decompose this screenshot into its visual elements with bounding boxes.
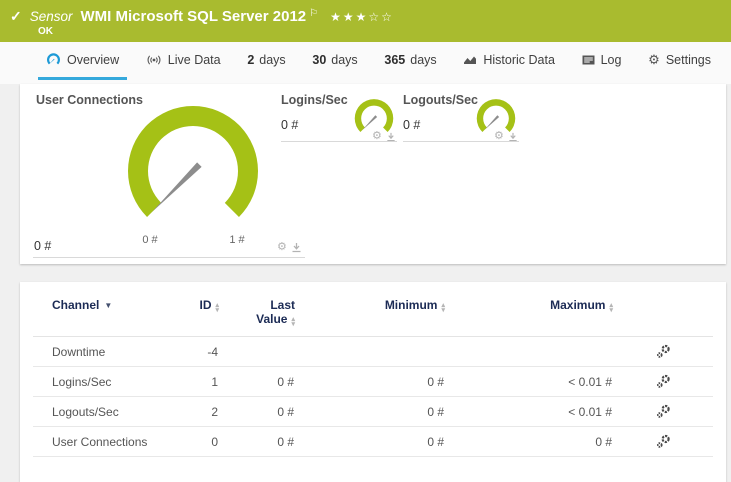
tab-live-data[interactable]: Live Data xyxy=(138,42,229,80)
channel-id: 2 xyxy=(173,396,219,427)
tab-bar: Overview Live Data 2 days 30 days 365 da… xyxy=(0,42,731,84)
object-type-label: Sensor xyxy=(29,9,73,24)
column-header-minimum[interactable]: Minimum ▴ ▾ xyxy=(295,282,445,337)
sensor-title-line: ✓ Sensor WMI Microsoft SQL Server 2012 ⚐… xyxy=(10,8,394,25)
sort-icon: ▴ ▾ xyxy=(215,302,219,314)
table-header-row: Channel ▼ ID ▴ ▾ Last Value ▴ ▾ Minimum ▴ ▾ Max… xyxy=(33,282,713,337)
gauge-needle xyxy=(362,115,378,131)
primary-gauge-actions: ⚙ xyxy=(277,242,302,253)
channel-id: 1 xyxy=(173,366,219,397)
status-badge: OK xyxy=(38,26,53,37)
tab-historic-data[interactable]: Historic Data xyxy=(455,42,563,80)
table-row: Downtime -4 xyxy=(33,336,713,367)
sensor-title: WMI Microsoft SQL Server 2012 xyxy=(80,8,307,25)
column-header-last-value[interactable]: Last Value ▴ ▾ xyxy=(219,282,295,337)
divider xyxy=(33,257,305,258)
sort-icon: ▴ ▾ xyxy=(609,302,613,314)
priority-stars[interactable]: ★★★☆☆ xyxy=(330,10,394,24)
channels-table: Channel ▼ ID ▴ ▾ Last Value ▴ ▾ Minimum ▴ ▾ Max… xyxy=(33,282,713,457)
gauge-scale-max: 1 # xyxy=(229,234,245,246)
channel-minimum xyxy=(295,336,445,367)
tab-365-days[interactable]: 365 days xyxy=(376,42,444,80)
logouts-gauge-value: 0 # xyxy=(403,118,421,132)
channel-maximum: < 0.01 # xyxy=(445,396,613,427)
gauges-panel: User Connections 0 # 1 # 0 # ⚙ Logins/Se… xyxy=(20,84,726,264)
channel-id: -4 xyxy=(173,336,219,367)
table-row: Logouts/Sec 2 0 # 0 # < 0.01 # xyxy=(33,396,713,427)
live-signal-icon xyxy=(146,54,162,66)
sort-icon: ▴ ▾ xyxy=(291,316,295,328)
channel-minimum: 0 # xyxy=(295,426,445,457)
channel-last-value xyxy=(219,336,295,367)
tab-overview[interactable]: Overview xyxy=(38,42,128,80)
divider xyxy=(403,141,519,142)
gear-icon: ⚙ xyxy=(648,52,660,67)
logouts-gauge-title: Logouts/Sec xyxy=(403,93,479,107)
channel-last-value: 0 # xyxy=(219,366,295,397)
channel-name: Logins/Sec xyxy=(33,366,173,397)
channel-minimum: 0 # xyxy=(295,366,445,397)
channel-settings-icon[interactable] xyxy=(613,396,713,427)
download-icon[interactable] xyxy=(386,132,396,142)
column-header-id[interactable]: ID ▴ ▾ xyxy=(173,282,219,337)
channel-name: Logouts/Sec xyxy=(33,396,173,427)
channel-settings-icon[interactable] xyxy=(613,336,713,367)
table-row: User Connections 0 0 # 0 # 0 # xyxy=(33,426,713,457)
sort-desc-icon: ▼ xyxy=(104,301,113,310)
channel-settings-icon[interactable] xyxy=(613,426,713,457)
logins-gauge-value: 0 # xyxy=(281,118,299,132)
sort-icon: ▴ ▾ xyxy=(441,302,445,314)
area-chart-icon xyxy=(463,54,477,65)
channel-name: User Connections xyxy=(33,426,173,457)
tab-30-days[interactable]: 30 days xyxy=(304,42,365,80)
channel-last-value: 0 # xyxy=(219,426,295,457)
download-icon[interactable] xyxy=(291,242,302,253)
channel-settings-icon[interactable] xyxy=(613,366,713,397)
channels-table-panel: Channel ▼ ID ▴ ▾ Last Value ▴ ▾ Minimum ▴ ▾ Max… xyxy=(20,282,726,482)
channel-maximum: 0 # xyxy=(445,426,613,457)
channel-id: 0 xyxy=(173,426,219,457)
status-check-icon: ✓ xyxy=(10,8,22,24)
flag-icon[interactable]: ⚐ xyxy=(309,8,318,19)
channel-minimum: 0 # xyxy=(295,396,445,427)
logins-gauge-title: Logins/Sec xyxy=(281,93,348,107)
channel-maximum xyxy=(445,336,613,367)
sensor-header: ✓ Sensor WMI Microsoft SQL Server 2012 ⚐… xyxy=(0,0,731,42)
gear-icon[interactable]: ⚙ xyxy=(277,242,287,253)
log-list-icon xyxy=(582,55,595,65)
gauge-icon xyxy=(46,53,61,66)
download-icon[interactable] xyxy=(508,132,518,142)
gauge-needle xyxy=(484,115,500,131)
primary-gauge-value: 0 # xyxy=(34,239,52,253)
gauge-scale-min: 0 # xyxy=(142,234,158,246)
column-header-channel[interactable]: Channel ▼ xyxy=(33,282,173,337)
table-row: Logins/Sec 1 0 # 0 # < 0.01 # xyxy=(33,366,713,397)
user-connections-gauge xyxy=(128,105,258,217)
column-header-maximum[interactable]: Maximum ▴ ▾ xyxy=(445,282,613,337)
channel-maximum: < 0.01 # xyxy=(445,366,613,397)
gauge-needle xyxy=(152,162,202,212)
channel-last-value: 0 # xyxy=(219,396,295,427)
channel-name: Downtime xyxy=(33,336,173,367)
tab-2-days[interactable]: 2 days xyxy=(239,42,293,80)
tab-settings[interactable]: ⚙ Settings xyxy=(640,42,719,80)
tab-log[interactable]: Log xyxy=(574,42,630,80)
divider xyxy=(281,141,397,142)
